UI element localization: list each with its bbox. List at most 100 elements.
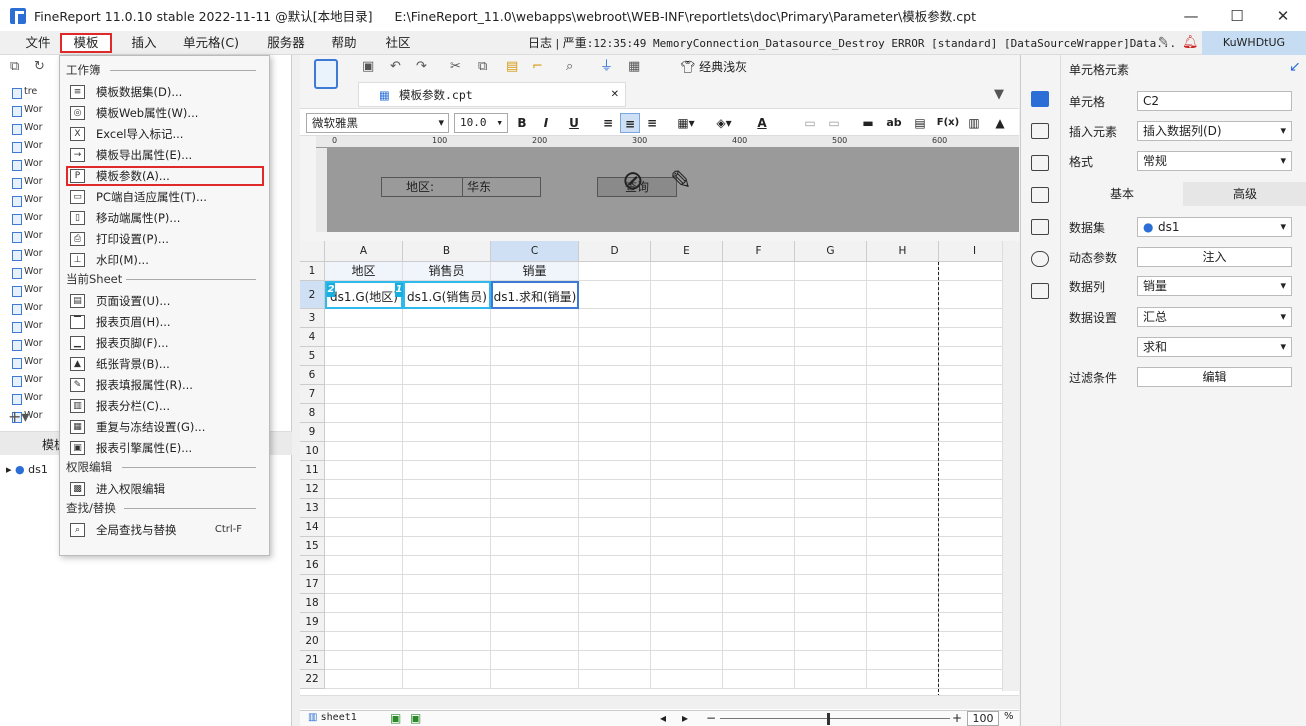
cell-G11[interactable]	[795, 461, 867, 480]
cell-B4[interactable]	[403, 328, 491, 347]
cell-D17[interactable]	[579, 575, 651, 594]
parameter-pane[interactable]: 地区: 华东 查询 ⊘ ✎	[316, 136, 1019, 232]
cell-A18[interactable]	[325, 594, 403, 613]
next-sheet-icon[interactable]: ▸	[682, 711, 688, 725]
tree-item[interactable]: Wor	[0, 335, 62, 353]
cell-D8[interactable]	[579, 404, 651, 423]
menu-item-parameter[interactable]: P 模板参数(A)...	[66, 166, 264, 186]
menu-item-database[interactable]: ≡ 模板数据集(D)...	[66, 82, 264, 102]
tree-item[interactable]: Wor	[0, 353, 62, 371]
cell-input[interactable]: C2	[1137, 91, 1292, 111]
cell-E13[interactable]	[651, 499, 723, 518]
cell-H5[interactable]	[867, 347, 939, 366]
menu-item-freeze[interactable]: ▦ 重复与冻结设置(G)...	[66, 417, 264, 437]
cell-F17[interactable]	[723, 575, 795, 594]
zoom-slider[interactable]	[720, 718, 950, 719]
menu-item-search[interactable]: ⌕ 全局查找与替换 Ctrl-F	[66, 520, 264, 540]
menu-item-permission[interactable]: ▩ 进入权限编辑	[66, 479, 264, 499]
cell-H20[interactable]	[867, 632, 939, 651]
cell-B2[interactable]: ds1.G(销售员)	[403, 281, 491, 309]
cell-D21[interactable]	[579, 651, 651, 670]
italic-button[interactable]: I	[536, 113, 556, 133]
cell-G4[interactable]	[795, 328, 867, 347]
chart-icon[interactable]: ▥	[964, 113, 984, 133]
data-column-select[interactable]: 销量	[1137, 276, 1292, 296]
cell-G22[interactable]	[795, 670, 867, 689]
cell-A8[interactable]	[325, 404, 403, 423]
tab-close-icon[interactable]: ✕	[611, 83, 619, 107]
column-header[interactable]: A	[325, 241, 403, 262]
align-center-icon[interactable]: ≡	[620, 113, 640, 133]
cell-F18[interactable]	[723, 594, 795, 613]
data-setting-select[interactable]: 汇总	[1137, 307, 1292, 327]
cell-D15[interactable]	[579, 537, 651, 556]
cell-A17[interactable]	[325, 575, 403, 594]
cell-F4[interactable]	[723, 328, 795, 347]
cell-E14[interactable]	[651, 518, 723, 537]
cell-D22[interactable]	[579, 670, 651, 689]
row-header[interactable]: 17	[300, 575, 325, 594]
cell-E9[interactable]	[651, 423, 723, 442]
cell-A5[interactable]	[325, 347, 403, 366]
edit-icon[interactable]: ✎	[1158, 33, 1169, 53]
cell-C16[interactable]	[491, 556, 579, 575]
cell-I6[interactable]	[939, 366, 1011, 385]
cell-E3[interactable]	[651, 309, 723, 328]
cell-I16[interactable]	[939, 556, 1011, 575]
sheet-tab[interactable]: ▥ sheet1	[308, 712, 357, 723]
add-poly-sheet-icon[interactable]: ▣	[410, 711, 421, 725]
cell-A4[interactable]	[325, 328, 403, 347]
cell-H15[interactable]	[867, 537, 939, 556]
formula-button[interactable]: F(x)	[936, 113, 960, 133]
cell-A19[interactable]	[325, 613, 403, 632]
column-header[interactable]: F	[723, 241, 795, 262]
cell-I18[interactable]	[939, 594, 1011, 613]
eye-hide-icon[interactable]: ⊘	[622, 166, 644, 196]
cell-F8[interactable]	[723, 404, 795, 423]
tree-item[interactable]: Wor	[0, 191, 62, 209]
tree-item[interactable]: Wor	[0, 119, 62, 137]
cell-B8[interactable]	[403, 404, 491, 423]
region-param-input[interactable]: 华东	[462, 178, 540, 196]
cell-B16[interactable]	[403, 556, 491, 575]
cell-A6[interactable]	[325, 366, 403, 385]
tree-item[interactable]: Wor	[0, 227, 62, 245]
condition-icon[interactable]	[1031, 219, 1049, 235]
cell-H3[interactable]	[867, 309, 939, 328]
cell-E1[interactable]	[651, 262, 723, 281]
column-header[interactable]: I	[939, 241, 1011, 262]
import-icon[interactable]	[1031, 283, 1049, 299]
cell-E19[interactable]	[651, 613, 723, 632]
cell-F6[interactable]	[723, 366, 795, 385]
row-header[interactable]: 3	[300, 309, 325, 328]
region-param-field[interactable]: 地区: 华东	[381, 177, 541, 197]
cell-G12[interactable]	[795, 480, 867, 499]
menu-item-export[interactable]: → 模板导出属性(E)...	[66, 145, 264, 165]
cell-I13[interactable]	[939, 499, 1011, 518]
menu-item-columns[interactable]: ▥ 报表分栏(C)...	[66, 396, 264, 416]
redo-icon[interactable]: ↷	[416, 57, 427, 77]
cell-A14[interactable]	[325, 518, 403, 537]
cell-A22[interactable]	[325, 670, 403, 689]
cell-A16[interactable]	[325, 556, 403, 575]
row-header[interactable]: 6	[300, 366, 325, 385]
cell-B18[interactable]	[403, 594, 491, 613]
tree-item[interactable]: Wor	[0, 101, 62, 119]
cell-G1[interactable]	[795, 262, 867, 281]
cell-G13[interactable]	[795, 499, 867, 518]
cell-I7[interactable]	[939, 385, 1011, 404]
cell-D10[interactable]	[579, 442, 651, 461]
cell-G14[interactable]	[795, 518, 867, 537]
cell-D6[interactable]	[579, 366, 651, 385]
cell-G15[interactable]	[795, 537, 867, 556]
dataset-select[interactable]: ● ds1	[1137, 217, 1292, 237]
cell-D2[interactable]	[579, 281, 651, 309]
menu-community[interactable]: 社区	[376, 33, 420, 53]
cell-D1[interactable]	[579, 262, 651, 281]
cell-E18[interactable]	[651, 594, 723, 613]
cell-D7[interactable]	[579, 385, 651, 404]
column-header[interactable]: D	[579, 241, 651, 262]
cell-C19[interactable]	[491, 613, 579, 632]
file-tab[interactable]: ▦ 模板参数.cpt ✕	[358, 82, 626, 107]
cell-B20[interactable]	[403, 632, 491, 651]
